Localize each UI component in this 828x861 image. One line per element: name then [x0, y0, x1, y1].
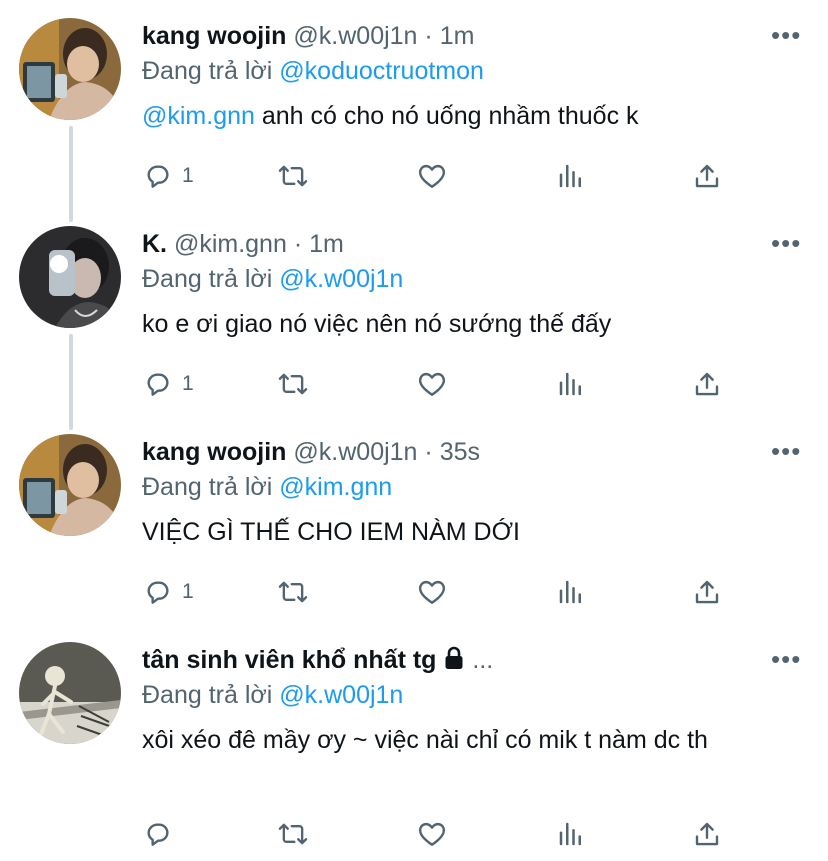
replying-to: Đang trả lời @koduoctruotmon: [142, 57, 484, 86]
reply-count: 1: [182, 580, 194, 603]
display-name[interactable]: kang woojin: [142, 22, 286, 50]
like-icon: [418, 372, 446, 396]
reply-button[interactable]: [142, 816, 174, 852]
share-icon: [695, 164, 719, 188]
tweet-header: kang woojin @k.w00j1n · 1m: [142, 22, 474, 51]
avatar[interactable]: [19, 18, 121, 120]
views-button[interactable]: [556, 574, 586, 610]
reply-to-link[interactable]: @k.w00j1n: [279, 681, 403, 709]
more-options-icon[interactable]: •••: [771, 644, 801, 675]
reply-icon: [147, 581, 169, 604]
reply-icon: [147, 373, 169, 396]
reply-to-link[interactable]: @kim.gnn: [279, 473, 392, 501]
reply-icon: [147, 823, 169, 846]
tweet-text-content: anh có cho nó uống nhầm thuốc k: [254, 102, 639, 130]
display-name[interactable]: kang woojin: [142, 438, 286, 466]
views-icon: [559, 372, 581, 396]
like-button[interactable]: [416, 158, 448, 194]
like-button[interactable]: [416, 366, 448, 402]
retweet-icon: [278, 373, 308, 395]
display-name[interactable]: K.: [142, 230, 167, 258]
tweet-header: kang woojin @k.w00j1n · 35s: [142, 438, 480, 467]
retweet-button[interactable]: [276, 158, 310, 194]
share-button[interactable]: [692, 816, 722, 852]
more-options-icon[interactable]: •••: [771, 228, 801, 259]
retweet-icon: [278, 823, 308, 845]
action-bar: 1: [142, 366, 742, 402]
replying-to: Đang trả lời @kim.gnn: [142, 473, 392, 502]
reply-button[interactable]: 1: [142, 574, 194, 610]
like-icon: [418, 580, 446, 604]
reply-to-link[interactable]: @k.w00j1n: [279, 265, 403, 293]
share-button[interactable]: [692, 158, 722, 194]
action-bar: 1: [142, 574, 742, 610]
share-icon: [695, 372, 719, 396]
replying-to: Đang trả lời @k.w00j1n: [142, 681, 403, 710]
tweet[interactable]: kang woojin @k.w00j1n · 1m ••• Đang trả …: [0, 0, 828, 210]
tweet-text: VIỆC GÌ THẾ CHO IEM NÀM DỚI: [142, 518, 520, 546]
action-bar: 1: [142, 158, 742, 194]
timestamp[interactable]: 35s: [440, 438, 480, 466]
tweet[interactable]: tân sinh viên khổ nhất tg ... ••• Đang t…: [0, 624, 828, 861]
like-icon: [418, 164, 446, 188]
user-handle[interactable]: @k.w00j1n: [293, 438, 417, 466]
replying-to-label: Đang trả lời: [142, 265, 280, 293]
more-options-icon[interactable]: •••: [771, 436, 801, 467]
lock-icon: [445, 646, 463, 669]
reply-button[interactable]: 1: [142, 158, 194, 194]
views-button[interactable]: [556, 366, 586, 402]
replying-to-label: Đang trả lời: [142, 681, 280, 709]
reply-count: 1: [182, 372, 194, 395]
avatar[interactable]: [19, 226, 121, 328]
replying-to: Đang trả lời @k.w00j1n: [142, 265, 403, 294]
tweet-text: @kim.gnn anh có cho nó uống nhầm thuốc k: [142, 100, 802, 133]
views-button[interactable]: [556, 158, 586, 194]
reply-button[interactable]: 1: [142, 366, 194, 402]
user-handle[interactable]: @kim.gnn: [174, 230, 287, 258]
reply-to-link[interactable]: @koduoctruotmon: [279, 57, 484, 85]
retweet-button[interactable]: [276, 366, 310, 402]
user-handle[interactable]: @k.w00j1n: [293, 22, 417, 50]
tweet-text: ko e ơi giao nó việc nên nó sướng thế đấ…: [142, 310, 612, 338]
avatar[interactable]: [19, 434, 121, 536]
avatar[interactable]: [19, 642, 121, 744]
like-button[interactable]: [416, 816, 448, 852]
header-ellipsis: ...: [472, 646, 494, 674]
reply-icon: [147, 165, 169, 188]
tweet-text: xôi xéo đê mầy ơy ~ việc nài chỉ có mik …: [142, 726, 708, 754]
display-name[interactable]: tân sinh viên khổ nhất tg: [142, 646, 436, 674]
views-icon: [559, 580, 581, 604]
reply-count: 1: [182, 164, 194, 187]
share-button[interactable]: [692, 366, 722, 402]
retweet-icon: [278, 581, 308, 603]
views-icon: [559, 164, 581, 188]
share-icon: [695, 580, 719, 604]
separator: ·: [424, 22, 433, 50]
tweet-header: tân sinh viên khổ nhất tg ...: [142, 646, 493, 675]
tweet[interactable]: kang woojin @k.w00j1n · 35s ••• Đang trả…: [0, 416, 828, 626]
replying-to-label: Đang trả lời: [142, 473, 280, 501]
share-icon: [695, 822, 719, 846]
like-button[interactable]: [416, 574, 448, 610]
tweet[interactable]: K. @kim.gnn · 1m ••• Đang trả lời @k.w00…: [0, 208, 828, 418]
mention-link[interactable]: @kim.gnn: [142, 102, 255, 130]
separator: ·: [293, 230, 303, 258]
retweet-button[interactable]: [276, 816, 310, 852]
tweet-header: K. @kim.gnn · 1m: [142, 230, 344, 259]
share-button[interactable]: [692, 574, 722, 610]
views-icon: [559, 822, 581, 846]
action-bar: [142, 816, 742, 852]
retweet-icon: [278, 165, 308, 187]
views-button[interactable]: [556, 816, 586, 852]
timestamp[interactable]: 1m: [309, 230, 344, 258]
more-options-icon[interactable]: •••: [771, 20, 801, 51]
retweet-button[interactable]: [276, 574, 310, 610]
timestamp[interactable]: 1m: [440, 22, 475, 50]
replying-to-label: Đang trả lời: [142, 57, 280, 85]
separator: ·: [424, 438, 433, 466]
like-icon: [418, 822, 446, 846]
